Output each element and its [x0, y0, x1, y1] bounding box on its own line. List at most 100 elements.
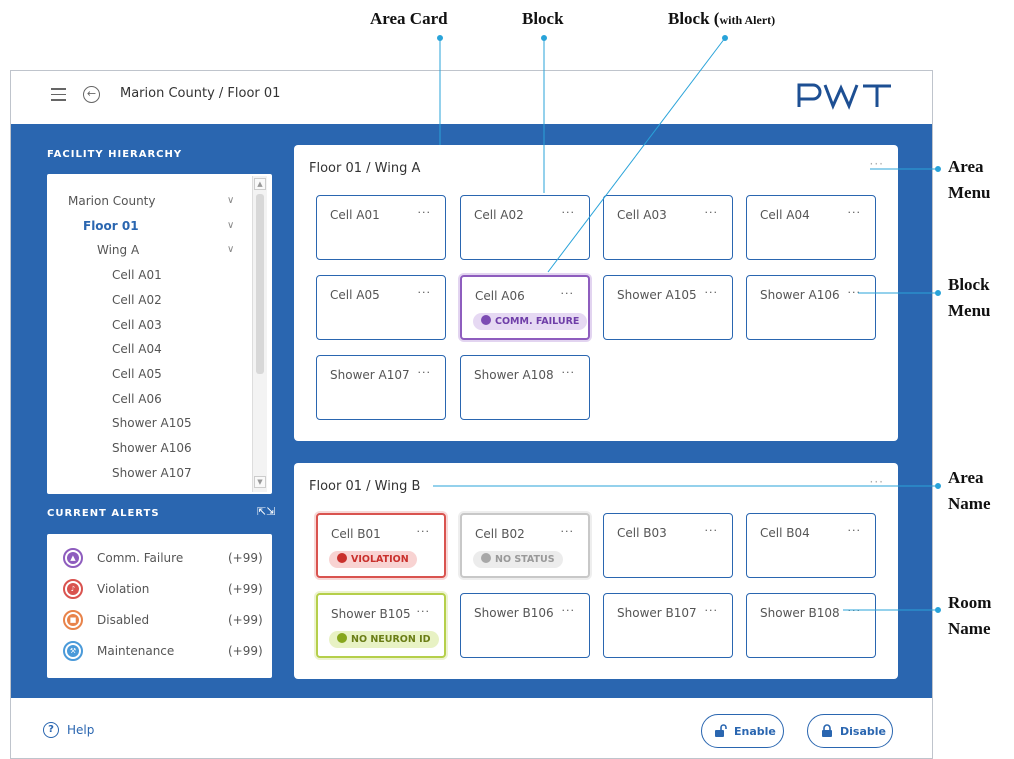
help-icon[interactable]: ?	[43, 722, 59, 738]
tree-item[interactable]: Shower A107	[112, 466, 192, 480]
status-badge: COMM. FAILURE	[473, 313, 588, 330]
block-menu-icon[interactable]: ···	[561, 287, 575, 300]
room-name: Cell B04	[760, 526, 810, 540]
hamburger-menu-icon[interactable]	[51, 88, 66, 102]
block-menu-icon[interactable]: ···	[417, 605, 431, 618]
room-block[interactable]: Shower B105 ··· NO NEURON ID	[316, 593, 446, 658]
alert-label: Comm. Failure	[97, 551, 184, 565]
room-block[interactable]: Cell B03 ···	[603, 513, 733, 578]
scroll-up-arrow-icon[interactable]: ▲	[254, 178, 266, 190]
expand-icon[interactable]: ⇱⇲	[257, 505, 275, 519]
room-block[interactable]: Cell B04 ···	[746, 513, 876, 578]
room-block[interactable]: Cell A05 ···	[316, 275, 446, 340]
room-block[interactable]: Shower B106 ···	[460, 593, 590, 658]
chevron-down-icon[interactable]: ∨	[227, 244, 234, 255]
room-block[interactable]: Cell B01 ··· VIOLATION	[316, 513, 446, 578]
facility-hierarchy-panel: ▲ ▼ Marion County ∨ Floor 01 ∨ Wing A ∨ Cell A…	[47, 174, 272, 494]
tree-item[interactable]: Cell A04	[112, 342, 162, 356]
tree-item[interactable]: Cell A05	[112, 367, 162, 381]
block-menu-icon[interactable]: ···	[705, 206, 719, 219]
back-arrow-icon[interactable]: ←	[83, 86, 100, 103]
room-name: Cell A03	[617, 208, 667, 222]
tree-item[interactable]: Marion County	[68, 194, 155, 208]
unlock-icon	[715, 724, 727, 737]
scroll-thumb[interactable]	[256, 194, 264, 374]
block-menu-icon[interactable]: ···	[418, 366, 432, 379]
alert-row[interactable]: ⚒ Maintenance (+99)	[63, 641, 263, 661]
annotation-area-name-line1: Area	[948, 468, 984, 487]
room-block[interactable]: Shower A106 ···	[746, 275, 876, 340]
room-block[interactable]: Cell A01 ···	[316, 195, 446, 260]
status-badge: VIOLATION	[329, 551, 417, 568]
breadcrumb: Marion County / Floor 01	[120, 86, 281, 101]
room-name: Cell A04	[760, 208, 810, 222]
block-menu-icon[interactable]: ···	[418, 286, 432, 299]
tree-item[interactable]: Cell A01	[112, 268, 162, 282]
room-block[interactable]: Cell A02 ···	[460, 195, 590, 260]
tree-item[interactable]: Cell A03	[112, 318, 162, 332]
area-menu-icon[interactable]: ···	[870, 475, 884, 489]
block-menu-icon[interactable]: ···	[562, 604, 576, 617]
current-alerts-panel: ▲ Comm. Failure (+99) ♪ Violation (+99) ■ Disab…	[47, 534, 272, 678]
tree-item[interactable]: Shower A106	[112, 441, 192, 455]
room-name: Cell B01	[331, 527, 381, 541]
tree-item[interactable]: Cell A02	[112, 293, 162, 307]
top-bar: ← Marion County / Floor 01	[11, 71, 932, 124]
room-block[interactable]: Shower B108 ···	[746, 593, 876, 658]
block-menu-icon[interactable]: ···	[848, 286, 862, 299]
disable-button[interactable]: Disable	[807, 714, 893, 748]
current-alerts-title: CURRENT ALERTS	[47, 508, 160, 519]
block-menu-icon[interactable]: ···	[848, 524, 862, 537]
alert-label: Violation	[97, 582, 150, 596]
alert-row[interactable]: ■ Disabled (+99)	[63, 610, 263, 630]
annotation-area-menu-line2: Menu	[948, 183, 991, 202]
block-menu-icon[interactable]: ···	[705, 286, 719, 299]
block-menu-icon[interactable]: ···	[705, 604, 719, 617]
warning-triangle-icon	[481, 315, 491, 325]
help-link[interactable]: Help	[67, 723, 94, 737]
chevron-down-icon[interactable]: ∨	[227, 220, 234, 231]
block-menu-icon[interactable]: ···	[562, 366, 576, 379]
annotation-room-name: Room Name	[948, 590, 991, 642]
status-badge: NO STATUS	[473, 551, 563, 568]
area-menu-icon[interactable]: ···	[870, 157, 884, 171]
room-block[interactable]: Shower A105 ···	[603, 275, 733, 340]
lock-icon	[822, 724, 832, 737]
bell-icon	[337, 553, 347, 563]
block-menu-icon[interactable]: ···	[705, 524, 719, 537]
room-block[interactable]: Cell B02 ··· NO STATUS	[460, 513, 590, 578]
annotation-block-menu-line1: Block	[948, 275, 990, 294]
warning-triangle-icon: ▲	[63, 548, 83, 568]
block-menu-icon[interactable]: ···	[418, 206, 432, 219]
enable-button[interactable]: Enable	[701, 714, 784, 748]
lock-icon: ■	[63, 610, 83, 630]
chevron-down-icon[interactable]: ∨	[227, 195, 234, 206]
room-block[interactable]: Cell A06 ··· COMM. FAILURE	[460, 275, 590, 340]
block-menu-icon[interactable]: ···	[561, 525, 575, 538]
block-menu-icon[interactable]: ···	[417, 525, 431, 538]
tree-item[interactable]: Cell A06	[112, 392, 162, 406]
room-block[interactable]: Shower A107 ···	[316, 355, 446, 420]
room-block[interactable]: Cell A03 ···	[603, 195, 733, 260]
app-window: ← Marion County / Floor 01 FACILITY HIER…	[10, 70, 933, 759]
alert-row[interactable]: ▲ Comm. Failure (+99)	[63, 548, 263, 568]
annotation-area-menu-line1: Area	[948, 157, 984, 176]
tree-item[interactable]: Shower A105	[112, 416, 192, 430]
alert-row[interactable]: ♪ Violation (+99)	[63, 579, 263, 599]
room-block[interactable]: Shower B107 ···	[603, 593, 733, 658]
block-menu-icon[interactable]: ···	[562, 206, 576, 219]
room-name: Cell A06	[475, 289, 525, 303]
room-block[interactable]: Cell A04 ···	[746, 195, 876, 260]
block-menu-icon[interactable]: ···	[848, 206, 862, 219]
annotation-block-alert-small: with Alert)	[719, 13, 776, 27]
tree-item[interactable]: Floor 01	[83, 219, 139, 233]
block-menu-icon[interactable]: ···	[848, 604, 862, 617]
minus-circle-icon	[481, 553, 491, 563]
status-badge-label: COMM. FAILURE	[495, 316, 580, 327]
hierarchy-scrollbar[interactable]: ▲ ▼	[252, 176, 267, 492]
annotation-area-name: Area Name	[948, 465, 990, 517]
scroll-down-arrow-icon[interactable]: ▼	[254, 476, 266, 488]
room-block[interactable]: Shower A108 ···	[460, 355, 590, 420]
tree-item[interactable]: Wing A	[97, 243, 139, 257]
annotation-room-name-line1: Room	[948, 593, 992, 612]
